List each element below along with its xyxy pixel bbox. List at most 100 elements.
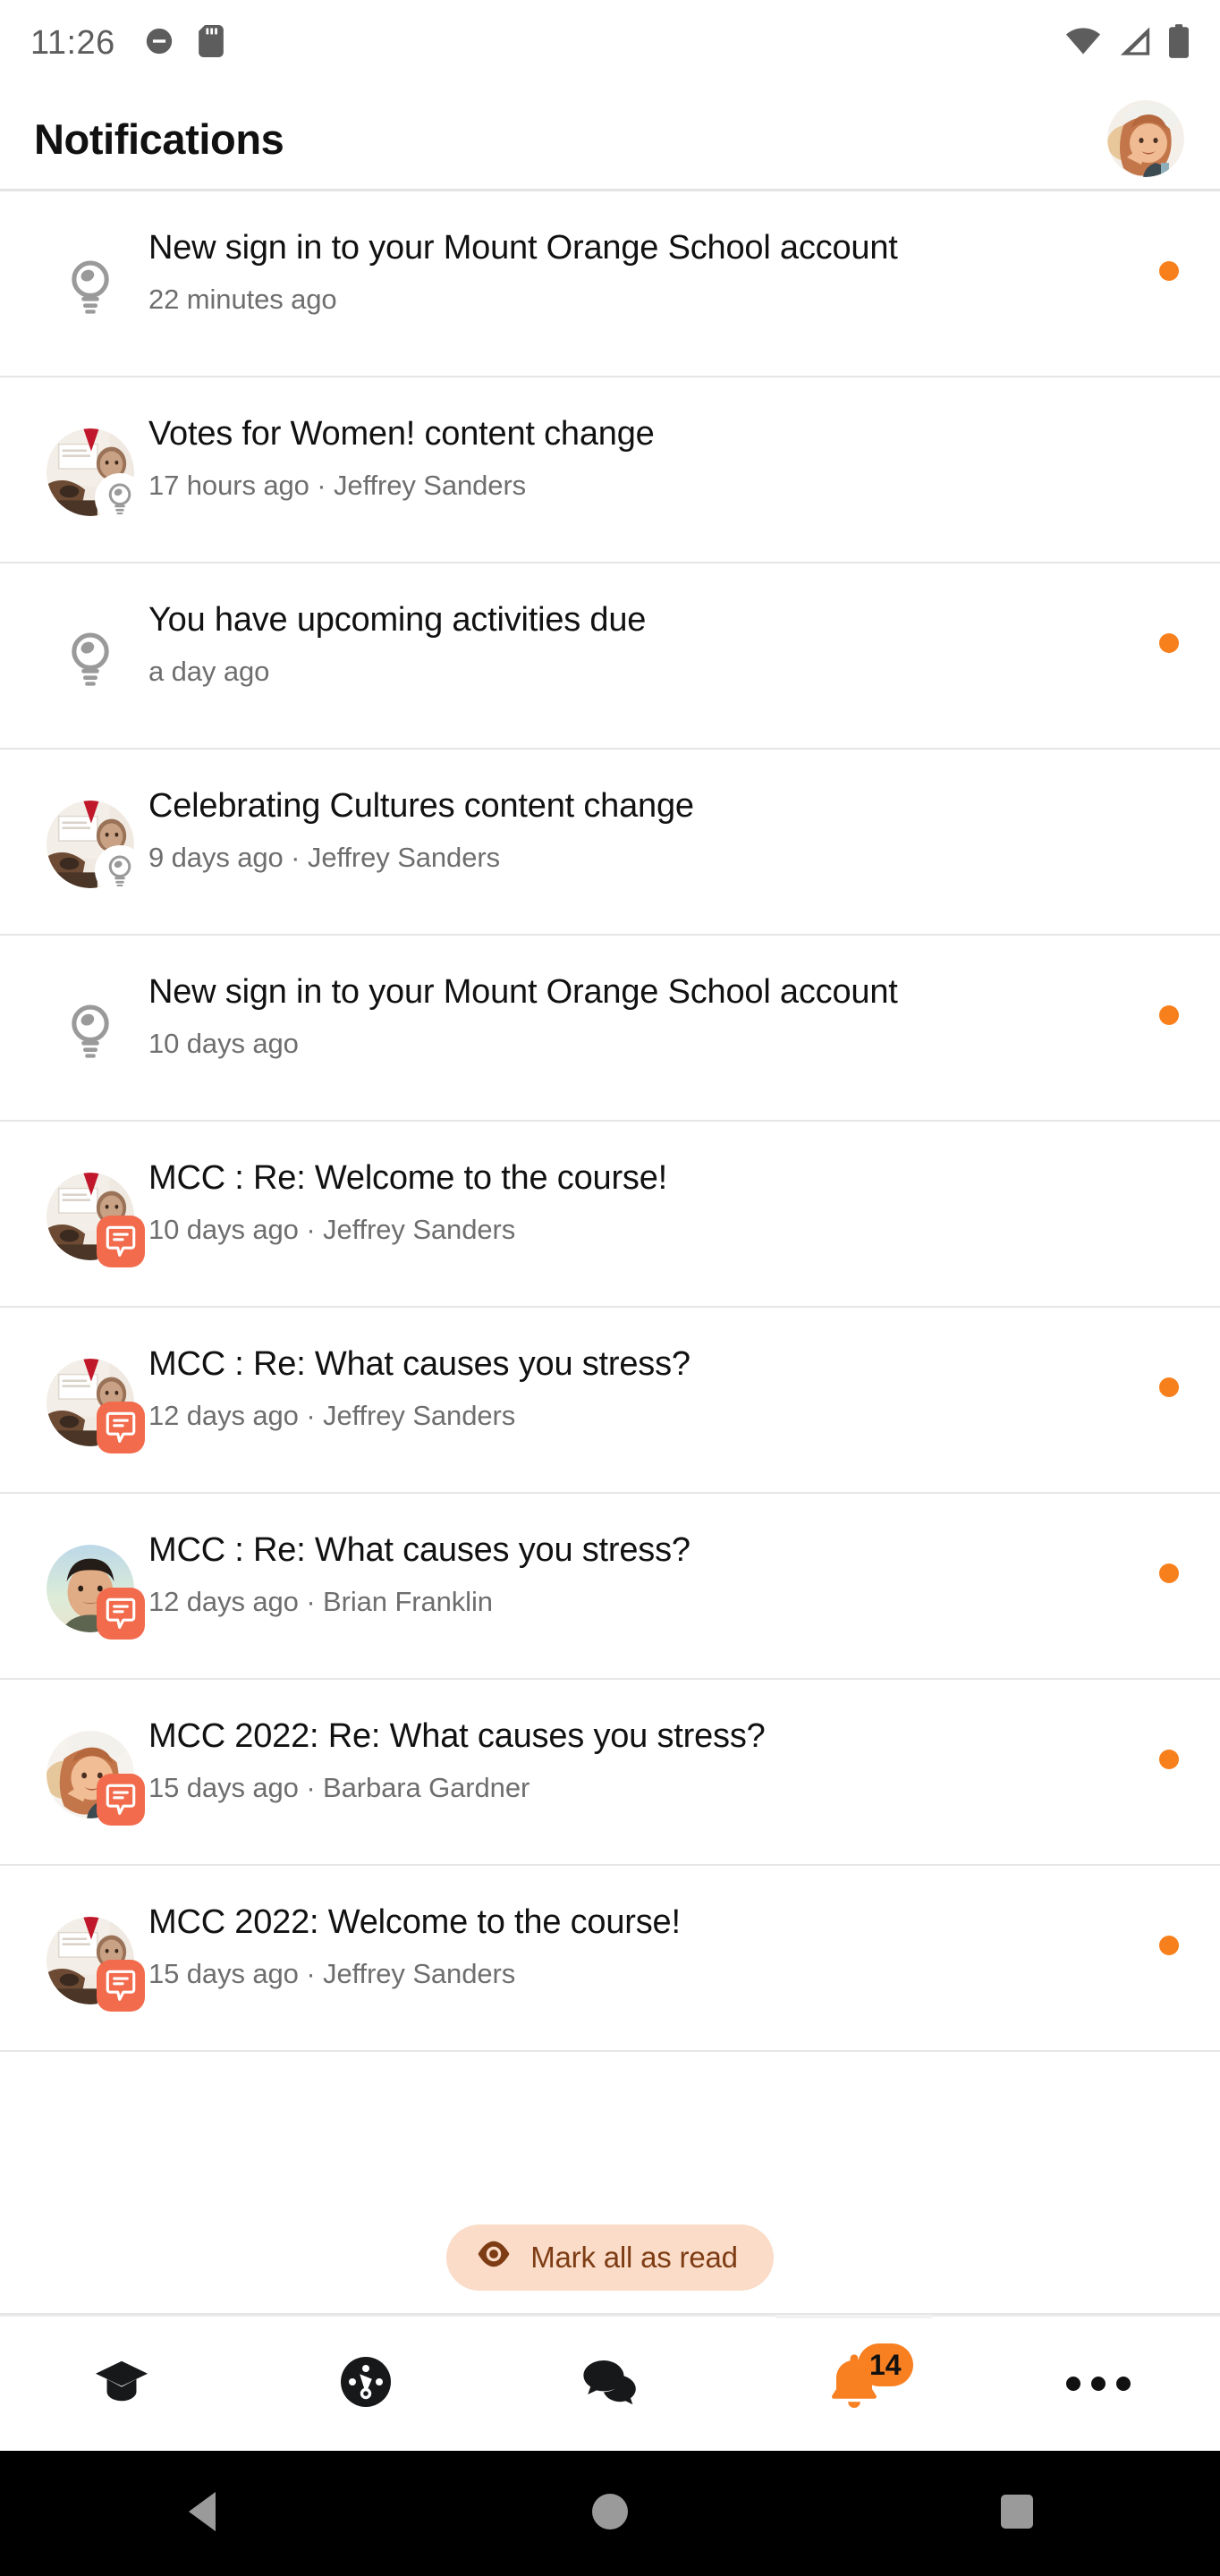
notification-avatar (41, 1353, 145, 1453)
recents-button[interactable] (813, 2492, 1220, 2536)
avatar (47, 1731, 145, 1826)
notification-title: MCC 2022: Re: What causes you stress? (148, 1717, 766, 1755)
bottom-tab-bar: 14 (0, 2315, 1220, 2451)
unread-indicator-dot (1159, 1936, 1179, 1955)
avatar (47, 428, 145, 523)
eye-icon (477, 2241, 511, 2275)
notification-body: Votes for Women! content change 17 hours … (140, 410, 1179, 503)
tab-courses[interactable] (0, 2317, 244, 2451)
notification-subtitle: 17 hours ago · Jeffrey Sanders (148, 470, 527, 502)
notification-body: You have upcoming activities due a day ag… (140, 596, 1179, 689)
user-avatar[interactable] (1107, 100, 1184, 177)
battery-icon (1168, 23, 1190, 63)
notification-avatar (41, 1167, 145, 1267)
status-bar: 11:26 (0, 0, 1220, 86)
forum-icon (97, 1774, 145, 1826)
unread-indicator-dot (1159, 1377, 1179, 1397)
mark-all-as-read-bar: Mark all as read (0, 2202, 1220, 2315)
notification-row[interactable]: New sign in to your Mount Orange School … (0, 936, 1220, 1122)
avatar (47, 1545, 145, 1640)
notification-title: Votes for Women! content change (148, 415, 655, 453)
notification-subtitle: 15 days ago · Barbara Gardner (148, 1772, 530, 1804)
forum-icon (97, 1402, 145, 1453)
notification-body: New sign in to your Mount Orange School … (140, 224, 1179, 317)
notification-row[interactable]: MCC : Re: Welcome to the course! 10 days … (0, 1122, 1220, 1308)
notification-body: MCC 2022: Welcome to the course! 15 days … (140, 1898, 1179, 1991)
notification-list[interactable]: New sign in to your Mount Orange School … (0, 191, 1220, 2202)
tab-dashboard[interactable] (244, 2317, 488, 2451)
notification-title: MCC 2022: Welcome to the course! (148, 1903, 681, 1941)
notification-title: New sign in to your Mount Orange School … (148, 229, 898, 267)
notification-subtitle: 10 days ago (148, 1028, 299, 1060)
notification-body: MCC : Re: What causes you stress? 12 days… (140, 1526, 1179, 1619)
notification-body: MCC 2022: Re: What causes you stress? 15 … (140, 1712, 1179, 1805)
dashboard-gauge-icon (339, 2355, 393, 2413)
avatar (47, 801, 145, 895)
notification-subtitle: 12 days ago · Jeffrey Sanders (148, 1400, 516, 1432)
page-title: Notifications (34, 114, 284, 163)
notification-row[interactable]: MCC 2022: Welcome to the course! 15 days … (0, 1866, 1220, 2052)
notification-row[interactable]: MCC : Re: What causes you stress? 12 days… (0, 1494, 1220, 1680)
notification-avatar (41, 1911, 145, 2012)
notification-title: MCC : Re: What causes you stress? (148, 1345, 690, 1383)
notification-subtitle: 12 days ago · Brian Franklin (148, 1586, 493, 1618)
notification-row[interactable]: You have upcoming activities due a day ag… (0, 564, 1220, 750)
tab-more[interactable] (976, 2317, 1220, 2451)
notification-body: New sign in to your Mount Orange School … (140, 968, 1179, 1061)
notification-row[interactable]: MCC 2022: Re: What causes you stress? 15 … (0, 1680, 1220, 1866)
mark-all-as-read-button[interactable]: Mark all as read (446, 2224, 774, 2291)
notification-avatar (41, 795, 145, 895)
notification-subtitle: 22 minutes ago (148, 284, 337, 316)
status-bar-clock: 11:26 (30, 23, 115, 62)
notification-title: MCC : Re: What causes you stress? (148, 1531, 690, 1569)
do-not-disturb-icon (144, 26, 174, 61)
avatar (47, 1359, 145, 1453)
home-circle-icon (590, 2490, 630, 2538)
notification-subtitle: 15 days ago · Jeffrey Sanders (148, 1958, 516, 1990)
tab-notifications[interactable]: 14 (732, 2315, 976, 2451)
notification-subtitle: a day ago (148, 656, 270, 688)
notification-row[interactable]: Votes for Women! content change 17 hours … (0, 377, 1220, 564)
notification-avatar (41, 423, 145, 523)
more-horizontal-icon (1065, 2377, 1131, 2391)
notification-body: MCC : Re: What causes you stress? 12 days… (140, 1340, 1179, 1433)
notification-avatar (41, 1725, 145, 1826)
forum-icon (97, 1216, 145, 1267)
notification-subtitle: 10 days ago · Jeffrey Sanders (148, 1214, 516, 1246)
unread-indicator-dot (1159, 633, 1179, 653)
cellular-signal-icon (1118, 26, 1152, 61)
notification-row[interactable]: New sign in to your Mount Orange School … (0, 191, 1220, 377)
tab-messages[interactable] (488, 2317, 733, 2451)
graduation-cap-icon (94, 2358, 149, 2411)
forum-icon (97, 1960, 145, 2012)
forum-icon (97, 1588, 145, 1640)
notification-title: MCC : Re: Welcome to the course! (148, 1159, 667, 1197)
unread-indicator-dot (1159, 1750, 1179, 1769)
notification-avatar (41, 1539, 145, 1640)
unread-indicator-dot (1159, 1005, 1179, 1025)
notification-body: Celebrating Cultures content change 9 day… (140, 782, 1179, 875)
lightbulb-icon (41, 981, 140, 1080)
notification-row[interactable]: MCC : Re: What causes you stress? 12 days… (0, 1308, 1220, 1494)
wifi-icon (1064, 26, 1102, 61)
sd-card-icon (198, 24, 225, 62)
avatar (47, 1917, 145, 2012)
recents-square-icon (998, 2492, 1036, 2536)
status-bar-right-icons (1064, 23, 1190, 63)
home-button[interactable] (407, 2490, 814, 2538)
android-navigation-bar (0, 2451, 1220, 2576)
lightbulb-icon (95, 845, 145, 895)
lightbulb-icon (41, 237, 140, 335)
back-button[interactable] (0, 2490, 407, 2538)
notification-body: MCC : Re: Welcome to the course! 10 days … (140, 1154, 1179, 1247)
notification-title: New sign in to your Mount Orange School … (148, 973, 898, 1011)
notification-subtitle: 9 days ago · Jeffrey Sanders (148, 842, 500, 874)
lightbulb-icon (95, 473, 145, 523)
notifications-badge: 14 (857, 2343, 913, 2386)
unread-indicator-dot (1159, 261, 1179, 281)
notification-title: You have upcoming activities due (148, 601, 647, 639)
lightbulb-icon (41, 609, 140, 708)
app-bar: Notifications (0, 86, 1220, 191)
notification-row[interactable]: Celebrating Cultures content change 9 day… (0, 750, 1220, 936)
avatar (47, 1173, 145, 1267)
